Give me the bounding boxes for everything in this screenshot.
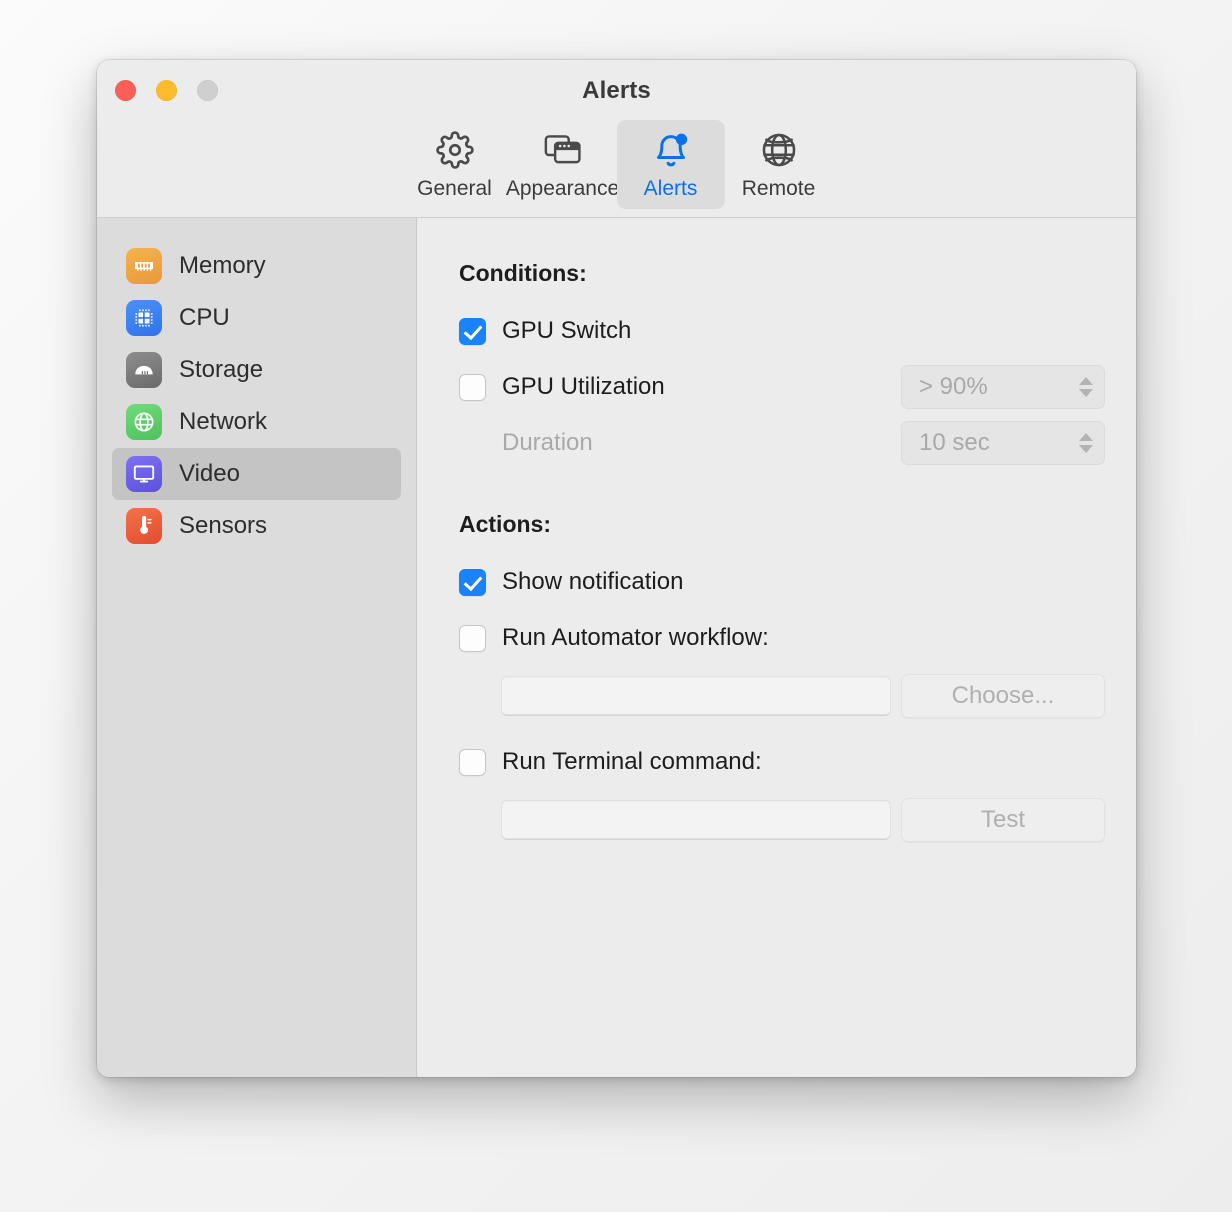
- terminal-command-input[interactable]: [501, 800, 891, 840]
- tab-general-label: General: [417, 177, 492, 200]
- chevron-down-icon[interactable]: [1079, 389, 1093, 397]
- chevron-up-icon[interactable]: [1079, 433, 1093, 441]
- gpu-utilization-label: GPU Utilization: [502, 373, 665, 400]
- condition-row-gpu-utilization: GPU Utilization > 90%: [459, 365, 1105, 409]
- gpu-switch-checkbox[interactable]: [459, 317, 486, 345]
- tab-appearance[interactable]: Appearance: [505, 120, 620, 209]
- tab-alerts[interactable]: Alerts: [616, 120, 725, 209]
- sidebar-item-memory-label: Memory: [179, 252, 266, 279]
- action-row-show-notification: Show notification: [459, 560, 1105, 604]
- sidebar-item-memory[interactable]: Memory: [112, 240, 401, 292]
- terminal-checkbox[interactable]: [459, 748, 486, 776]
- cpu-icon: [126, 300, 162, 336]
- network-icon: [126, 404, 162, 440]
- tab-appearance-label: Appearance: [505, 177, 620, 200]
- windows-icon: [543, 130, 583, 170]
- sidebar-item-cpu-label: CPU: [179, 304, 230, 331]
- sidebar-item-video[interactable]: Video: [112, 448, 401, 500]
- action-row-terminal: Run Terminal command:: [459, 740, 1105, 784]
- row-gap: [459, 718, 1105, 740]
- sidebar-item-storage-label: Storage: [179, 356, 264, 383]
- window-content: Memory CPU Storage Network Video Sensors…: [97, 218, 1136, 1077]
- toolbar-tabs: General Appearance Alerts Remote: [97, 120, 1136, 209]
- test-button[interactable]: Test: [901, 798, 1105, 842]
- gpu-switch-label: GPU Switch: [502, 317, 632, 344]
- terminal-field-row: Test: [501, 798, 1105, 842]
- globe-icon: [760, 130, 798, 170]
- show-notification-label: Show notification: [502, 568, 684, 595]
- tab-alerts-label: Alerts: [643, 177, 698, 200]
- choose-button[interactable]: Choose...: [901, 674, 1105, 718]
- conditions-heading: Conditions:: [459, 260, 587, 286]
- tab-remote[interactable]: Remote: [725, 120, 833, 209]
- display-icon: [126, 456, 162, 492]
- condition-row-gpu-switch: GPU Switch: [459, 309, 1105, 353]
- condition-row-duration: Duration 10 sec: [459, 421, 1105, 465]
- show-notification-checkbox[interactable]: [459, 568, 486, 596]
- sidebar-item-cpu[interactable]: CPU: [112, 292, 401, 344]
- gpu-utilization-stepper[interactable]: [1075, 372, 1097, 402]
- sidebar: Memory CPU Storage Network Video Sensors: [97, 218, 417, 1077]
- storage-icon: [126, 352, 162, 388]
- duration-combo[interactable]: 10 sec: [901, 421, 1105, 465]
- memory-icon: [126, 248, 162, 284]
- duration-label: Duration: [502, 429, 593, 456]
- gpu-utilization-checkbox[interactable]: [459, 373, 486, 401]
- gear-icon: [435, 130, 474, 170]
- sensor-icon: [126, 508, 162, 544]
- sidebar-item-storage[interactable]: Storage: [112, 344, 401, 396]
- chevron-down-icon[interactable]: [1079, 445, 1093, 453]
- automator-path-input[interactable]: [501, 676, 891, 716]
- gpu-utilization-threshold-value: > 90%: [919, 373, 988, 400]
- sidebar-item-network-label: Network: [179, 408, 268, 435]
- sidebar-item-network[interactable]: Network: [112, 396, 401, 448]
- automator-field-row: Choose...: [501, 674, 1105, 718]
- gpu-utilization-threshold-combo[interactable]: > 90%: [901, 365, 1105, 409]
- window-title: Alerts: [582, 77, 651, 104]
- duration-value: 10 sec: [919, 429, 990, 456]
- terminal-label: Run Terminal command:: [502, 748, 762, 775]
- tab-general[interactable]: General: [401, 120, 509, 209]
- sidebar-item-sensors-label: Sensors: [179, 512, 268, 539]
- sidebar-item-sensors[interactable]: Sensors: [112, 500, 401, 552]
- preferences-window: Alerts General Appearance Alerts Remote …: [97, 60, 1136, 1077]
- sidebar-item-video-label: Video: [179, 460, 240, 487]
- chevron-up-icon[interactable]: [1079, 377, 1093, 385]
- automator-label: Run Automator workflow:: [502, 624, 769, 651]
- tab-remote-label: Remote: [741, 177, 816, 200]
- title-bar: Alerts General Appearance Alerts Remote: [97, 60, 1136, 218]
- main-pane: Conditions: GPU Switch GPU Utilization >…: [417, 218, 1136, 1077]
- duration-stepper[interactable]: [1075, 428, 1097, 458]
- automator-checkbox[interactable]: [459, 624, 486, 652]
- actions-heading: Actions:: [459, 511, 551, 537]
- bell-badge-icon: [651, 130, 691, 170]
- action-row-automator: Run Automator workflow:: [459, 616, 1105, 660]
